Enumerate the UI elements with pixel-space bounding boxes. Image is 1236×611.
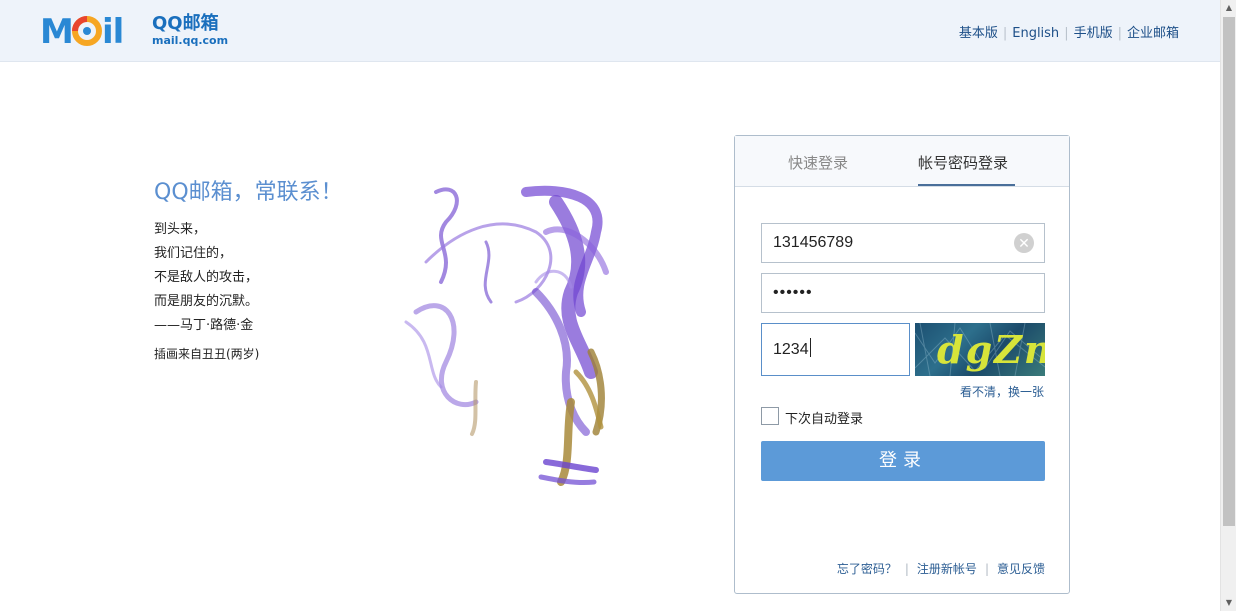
- captcha-input-value: 1234: [773, 341, 809, 358]
- link-enterprise-mail[interactable]: 企业邮箱: [1127, 26, 1179, 41]
- login-tabs: 快速登录 帐号密码登录: [735, 136, 1069, 187]
- svg-text:M: M: [40, 12, 73, 48]
- tab-quick-login[interactable]: 快速登录: [788, 153, 848, 173]
- footer-separator: |: [984, 562, 989, 576]
- login-button[interactable]: 登录: [761, 441, 1045, 481]
- link-separator: |: [1117, 26, 1122, 41]
- poem-author: ——马丁·路德·金: [154, 318, 254, 333]
- logo-product-name: QQ邮箱: [152, 13, 219, 34]
- svg-text:il: il: [102, 12, 123, 48]
- poem-line: 而是朋友的沉默。: [154, 294, 259, 309]
- clear-input-icon[interactable]: ✕: [1014, 233, 1034, 253]
- text-caret: [809, 338, 811, 357]
- vertical-scrollbar[interactable]: ▲ ▼: [1220, 0, 1236, 611]
- scroll-down-arrow-icon[interactable]: ▼: [1221, 595, 1236, 611]
- link-basic-version[interactable]: 基本版: [959, 26, 998, 41]
- slogan: QQ邮箱，常联系！: [154, 180, 343, 205]
- feedback-link[interactable]: 意见反馈: [997, 562, 1045, 576]
- forgot-password-link[interactable]: 忘了密码？: [837, 562, 897, 576]
- footer-separator: |: [904, 562, 909, 576]
- link-mobile-version[interactable]: 手机版: [1074, 26, 1113, 41]
- password-value: ••••••: [773, 284, 813, 301]
- captcha-refresh-link[interactable]: 看不清，换一张: [960, 383, 1044, 400]
- scroll-up-arrow-icon[interactable]: ▲: [1221, 0, 1236, 16]
- child-drawing-illustration: [396, 172, 646, 502]
- illustration-credit: 插画来自丑丑(两岁): [154, 347, 260, 361]
- captcha-input[interactable]: 1234: [761, 323, 910, 376]
- login-panel: 快速登录 帐号密码登录 131456789 ✕ •••••• 1234 dgZn: [734, 135, 1070, 594]
- scroll-thumb[interactable]: [1223, 17, 1235, 526]
- username-field[interactable]: 131456789 ✕: [761, 223, 1045, 263]
- mail-logo-mark: M il: [40, 12, 150, 52]
- poem: 到头来， 我们记住的， 不是敌人的攻击， 而是朋友的沉默。 ——马丁·路德·金: [154, 218, 258, 338]
- link-separator: |: [1064, 26, 1069, 41]
- login-page: M il QQ邮箱 mail.qq.com 基本版 | English | 手机版 | 企业…: [0, 0, 1236, 611]
- poem-line: 我们记住的，: [154, 246, 233, 261]
- tab-account-password-login[interactable]: 帐号密码登录: [918, 153, 1008, 173]
- logo-domain: mail.qq.com: [152, 34, 229, 47]
- login-footer-links: 忘了密码？ | 注册新帐号 | 意见反馈: [837, 560, 1045, 577]
- password-field[interactable]: ••••••: [761, 273, 1045, 313]
- active-tab-indicator: [918, 184, 1015, 186]
- register-link[interactable]: 注册新帐号: [917, 562, 977, 576]
- username-value: 131456789: [773, 234, 854, 251]
- poem-line: 到头来，: [154, 222, 207, 237]
- captcha-text: dgZn: [937, 327, 1045, 372]
- header: M il QQ邮箱 mail.qq.com 基本版 | English | 手机版 | 企业…: [0, 0, 1220, 62]
- qq-mail-logo[interactable]: M il QQ邮箱 mail.qq.com: [40, 12, 240, 52]
- link-english[interactable]: English: [1012, 26, 1059, 41]
- captcha-image[interactable]: dgZn: [915, 323, 1045, 376]
- poem-line: 不是敌人的攻击，: [154, 270, 259, 285]
- remember-checkbox[interactable]: [761, 407, 779, 425]
- remember-label: 下次自动登录: [785, 412, 864, 427]
- top-links: 基本版 | English | 手机版 | 企业邮箱: [959, 22, 1179, 41]
- link-separator: |: [1002, 26, 1008, 41]
